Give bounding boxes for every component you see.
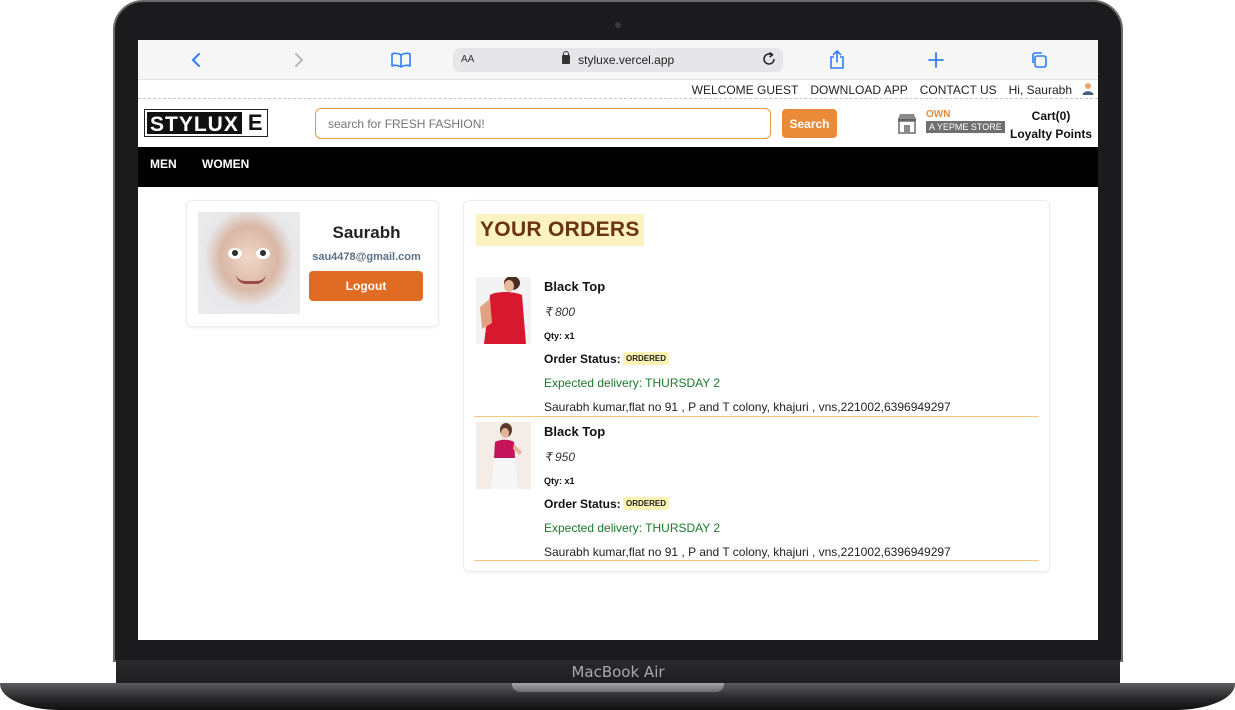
lock-icon: [561, 51, 570, 64]
product-quantity: Qty: x1: [544, 476, 575, 486]
avatar-eye-left: [228, 248, 242, 259]
browser-toolbar: AA styluxe.vercel.app: [138, 40, 1098, 80]
search-input[interactable]: [315, 108, 771, 139]
loyalty-points-label[interactable]: Loyalty Points: [1010, 125, 1092, 143]
nav-item-men[interactable]: MEN: [150, 157, 177, 171]
address-bar[interactable]: AA styluxe.vercel.app: [453, 48, 783, 72]
share-icon[interactable]: [826, 49, 848, 71]
orders-card: YOUR ORDERS Black Top ₹ 800 Qty: x1 Orde…: [463, 200, 1050, 572]
product-price: ₹ 800: [544, 305, 575, 319]
profile-email: sau4478@gmail.com: [312, 251, 421, 263]
bookmarks-icon[interactable]: [390, 49, 412, 71]
screen: AA styluxe.vercel.app WELCOME GUEST DOWN…: [138, 40, 1098, 640]
orders-title: YOUR ORDERS: [476, 214, 644, 246]
url-text: styluxe.vercel.app: [578, 53, 675, 67]
forward-icon[interactable]: [288, 49, 310, 71]
avatar: [198, 212, 300, 314]
nav-item-women[interactable]: WOMEN: [202, 157, 249, 171]
expected-delivery: Expected delivery: THURSDAY 2: [544, 376, 721, 390]
product-quantity: Qty: x1: [544, 331, 575, 341]
order-status-label: Order Status:: [544, 352, 621, 366]
product-name[interactable]: Black Top: [544, 279, 605, 294]
profile-card: Saurabh sau4478@gmail.com Logout: [186, 200, 439, 327]
store-icon[interactable]: [896, 112, 918, 134]
site-header: STYLUX E Search OWN A YEPME STORE Cart(0…: [138, 100, 1098, 147]
device-label: MacBook Air: [571, 663, 665, 681]
status-badge: ORDERED: [623, 497, 670, 510]
own-store-banner[interactable]: OWN A YEPME STORE: [926, 110, 1005, 133]
expected-delivery: Expected delivery: THURSDAY 2: [544, 521, 721, 535]
logout-button[interactable]: Logout: [309, 271, 423, 301]
avatar-eye-right: [256, 248, 270, 259]
top-links-bar: WELCOME GUEST DOWNLOAD APP CONTACT US Hi…: [138, 80, 1098, 99]
product-price: ₹ 950: [544, 450, 575, 464]
own-label: OWN: [926, 109, 951, 120]
yepme-store-label: A YEPME STORE: [926, 121, 1005, 133]
logo-last-letter: E: [243, 110, 267, 136]
tabs-overview-icon[interactable]: [1028, 49, 1050, 71]
delivery-address: Saurabh kumar,flat no 91 , P and T colon…: [544, 400, 951, 414]
product-image[interactable]: [476, 422, 531, 489]
category-nav: MEN WOMEN: [138, 147, 1098, 187]
site-logo[interactable]: STYLUX E: [144, 109, 268, 137]
laptop-hinge-notch: [512, 683, 724, 692]
reload-icon[interactable]: [761, 51, 777, 72]
cart-label[interactable]: Cart(0): [1010, 107, 1092, 125]
download-app-link[interactable]: DOWNLOAD APP: [810, 83, 907, 97]
user-icon[interactable]: [1082, 82, 1094, 95]
cart-section[interactable]: Cart(0) Loyalty Points: [1010, 107, 1092, 143]
camera-dot: [615, 22, 621, 28]
product-name[interactable]: Black Top: [544, 424, 605, 439]
profile-name: Saurabh: [332, 223, 401, 242]
delivery-address: Saurabh kumar,flat no 91 , P and T colon…: [544, 545, 951, 559]
back-icon[interactable]: [185, 49, 207, 71]
order-item: Black Top ₹ 950 Qty: x1 Order Status: OR…: [474, 422, 1039, 561]
contact-us-link[interactable]: CONTACT US: [920, 83, 997, 97]
search-button[interactable]: Search: [782, 109, 837, 138]
user-greeting[interactable]: Hi, Saurabh: [1009, 83, 1072, 97]
status-badge: ORDERED: [623, 352, 670, 365]
laptop-chin: MacBook Air: [116, 660, 1120, 684]
order-item: Black Top ₹ 800 Qty: x1 Order Status: OR…: [474, 277, 1039, 417]
welcome-guest-link[interactable]: WELCOME GUEST: [692, 83, 799, 97]
product-image[interactable]: [476, 277, 531, 344]
logo-main-text: STYLUX: [145, 110, 244, 136]
new-tab-icon[interactable]: [925, 49, 947, 71]
avatar-mouth: [236, 274, 266, 284]
order-status-label: Order Status:: [544, 497, 621, 511]
